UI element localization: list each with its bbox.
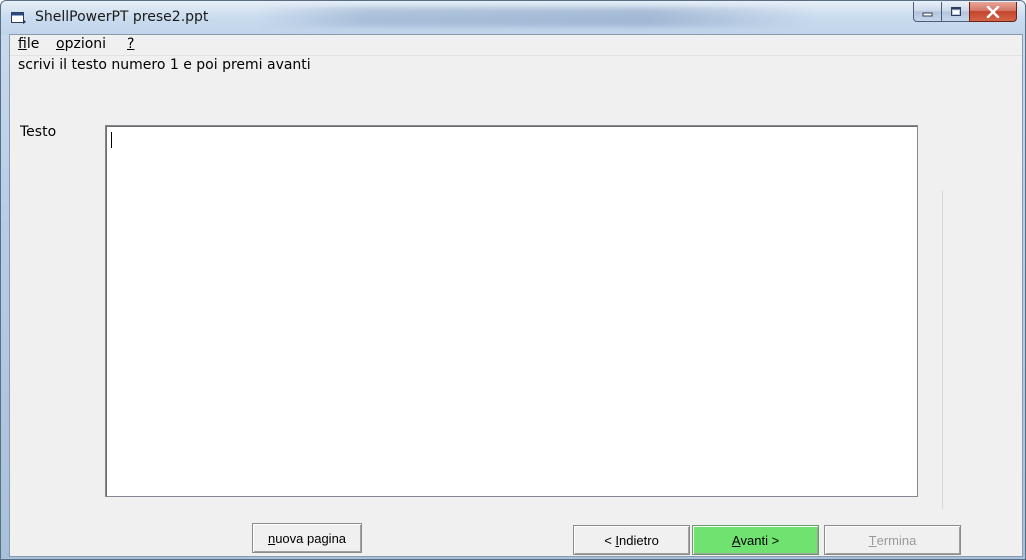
avanti-button[interactable]: Avanti > <box>692 525 819 555</box>
menu-opzioni-label: pzioni <box>64 36 107 52</box>
divider-line <box>942 191 943 509</box>
menu-opzioni-mnemonic: o <box>56 36 65 52</box>
title-bar[interactable]: ShellPowerPT prese2.ppt <box>1 1 1025 35</box>
indietro-label: ndietro <box>619 532 659 548</box>
indietro-button[interactable]: < Indietro <box>573 525 690 555</box>
window-title: ShellPowerPT prese2.ppt <box>35 9 209 25</box>
menu-opzioni[interactable]: opzioni <box>56 36 106 52</box>
maximize-icon <box>950 7 961 16</box>
title-bar-background-blur <box>256 7 816 27</box>
termina-mnemonic: T <box>868 532 877 548</box>
maximize-button[interactable] <box>941 2 970 22</box>
menu-help[interactable]: ? <box>127 36 134 52</box>
menu-help-mnemonic: ? <box>127 36 135 52</box>
menu-file-mnemonic: f <box>18 36 27 52</box>
close-icon <box>986 5 1000 18</box>
client-area: file opzioni ? scrivi il testo numero 1 … <box>9 34 1023 557</box>
minimize-icon <box>922 12 932 16</box>
avanti-mnemonic: A <box>731 532 741 548</box>
avanti-label: vanti > <box>740 532 780 548</box>
indietro-prefix: < <box>604 532 616 548</box>
nuova-pagina-mnemonic: n <box>267 530 276 546</box>
termina-button[interactable]: Termina <box>824 525 961 555</box>
termina-label: ermina <box>876 532 917 548</box>
menu-file-label: ile <box>26 36 40 52</box>
nuova-pagina-button[interactable]: n uova pagina <box>252 523 362 553</box>
window-controls <box>913 2 1017 22</box>
testo-label: Testo <box>20 124 57 140</box>
text-caret <box>111 132 112 148</box>
menu-file[interactable]: file <box>18 36 39 52</box>
close-button[interactable] <box>969 2 1017 22</box>
menu-bar: file opzioni ? <box>10 35 1022 56</box>
nuova-pagina-label: uova pagina <box>275 530 347 546</box>
testo-textarea[interactable] <box>105 125 918 497</box>
minimize-button[interactable] <box>913 2 942 22</box>
app-window-icon[interactable] <box>11 10 27 25</box>
app-window: ShellPowerPT prese2.ppt file opzioni ? s… <box>0 0 1026 560</box>
instruction-text: scrivi il testo numero 1 e poi premi ava… <box>18 57 311 73</box>
